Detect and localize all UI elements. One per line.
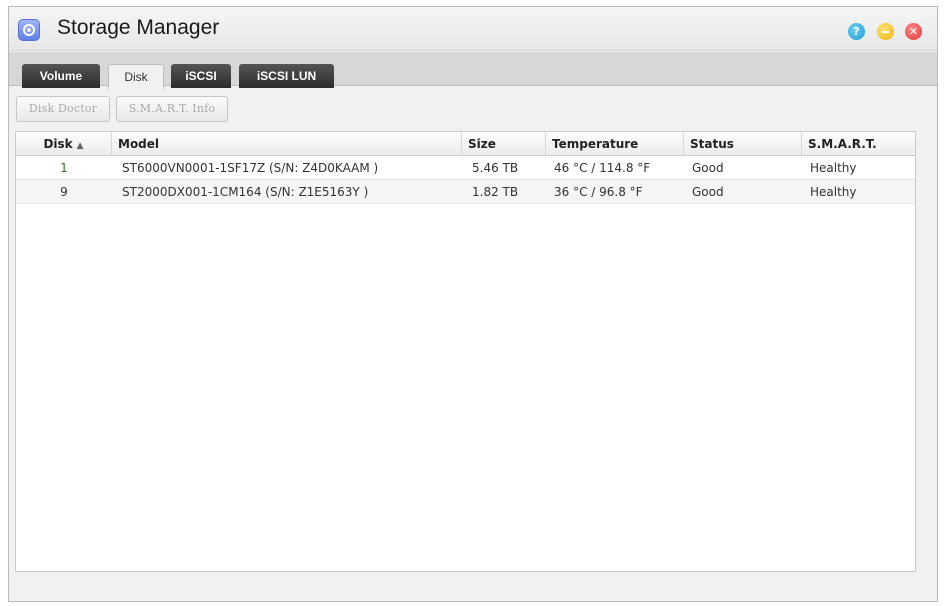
cell-smart: Healthy (810, 161, 857, 175)
close-icon[interactable]: ✕ (905, 23, 922, 40)
cell-temperature: 46 °C / 114.8 °F (554, 161, 651, 175)
window-title: Storage Manager (57, 16, 220, 39)
tab-iscsi[interactable]: iSCSI (171, 64, 231, 88)
cell-size: 5.46 TB (472, 161, 519, 175)
smart-info-button[interactable]: S.M.A.R.T. Info (116, 96, 228, 122)
column-header-temperature[interactable]: Temperature (546, 132, 684, 156)
cell-disk: 9 (60, 185, 68, 199)
cell-temperature: 36 °C / 96.8 °F (554, 185, 643, 199)
table-row[interactable]: 1 ST6000VN0001-1SF17Z (S/N: Z4D0KAAM ) 5… (16, 156, 915, 180)
cell-status: Good (692, 161, 724, 175)
tab-bar: Volume Disk iSCSI iSCSI LUN (9, 52, 937, 89)
table-row[interactable]: 9 ST2000DX001-1CM164 (S/N: Z1E5163Y ) 1.… (16, 180, 915, 204)
storage-manager-icon (18, 19, 40, 41)
sort-ascending-icon: ▲ (76, 141, 84, 151)
column-header-size[interactable]: Size (462, 132, 546, 156)
cell-model: ST6000VN0001-1SF17Z (S/N: Z4D0KAAM ) (122, 161, 379, 175)
help-icon[interactable]: ? (848, 23, 865, 40)
column-header-status[interactable]: Status (684, 132, 802, 156)
disk-table: Disk ▲ Model Size Temperature Status S.M.… (15, 131, 916, 572)
title-bar[interactable]: Storage Manager ? ✕ (9, 7, 937, 51)
table-header: Disk ▲ Model Size Temperature Status S.M.… (16, 132, 915, 156)
tab-volume[interactable]: Volume (22, 64, 100, 88)
column-header-disk[interactable]: Disk ▲ (16, 132, 112, 156)
tab-disk[interactable]: Disk (108, 64, 164, 89)
minimize-icon[interactable] (877, 23, 894, 40)
cell-size: 1.82 TB (472, 185, 519, 199)
disk-doctor-button[interactable]: Disk Doctor (16, 96, 110, 122)
tab-iscsi-lun[interactable]: iSCSI LUN (239, 64, 334, 88)
column-header-model[interactable]: Model (112, 132, 462, 156)
cell-model: ST2000DX001-1CM164 (S/N: Z1E5163Y ) (122, 185, 369, 199)
column-header-smart[interactable]: S.M.A.R.T. (802, 132, 915, 156)
cell-disk: 1 (60, 161, 68, 175)
cell-status: Good (692, 185, 724, 199)
cell-smart: Healthy (810, 185, 857, 199)
